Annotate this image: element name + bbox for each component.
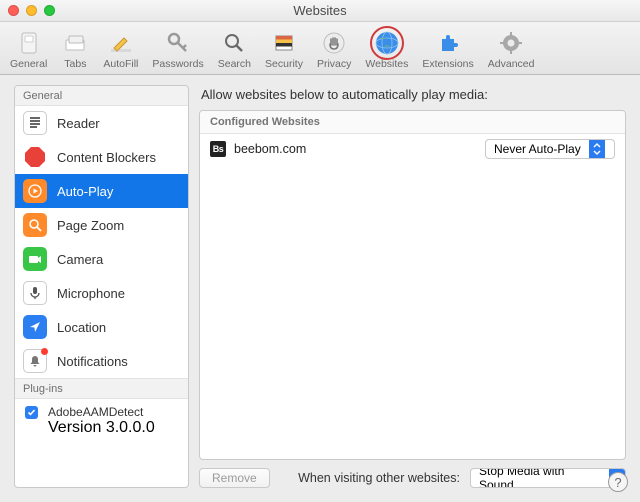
sidebar-item-page-zoom[interactable]: Page Zoom: [15, 208, 188, 242]
globe-icon: [373, 29, 401, 57]
main-heading: Allow websites below to automatically pl…: [199, 85, 626, 110]
mic-icon: [23, 281, 47, 305]
hand-icon: [320, 29, 348, 57]
other-websites-dropdown[interactable]: Stop Media with Sound: [470, 468, 626, 488]
puzzle-icon: [434, 29, 462, 57]
notification-dot-icon: [41, 348, 48, 355]
help-button[interactable]: ?: [608, 472, 628, 492]
sidebar-item-microphone[interactable]: Microphone: [15, 276, 188, 310]
privacy-tab[interactable]: Privacy: [311, 26, 357, 70]
sidebar-item-location[interactable]: Location: [15, 310, 188, 344]
general-tab[interactable]: General: [4, 26, 53, 70]
sidebar-item-content-blockers[interactable]: Content Blockers: [15, 140, 188, 174]
switch-icon: [15, 29, 43, 57]
camera-icon: [23, 247, 47, 271]
titlebar: Websites: [0, 0, 640, 22]
plugin-checkbox[interactable]: [25, 406, 38, 419]
bell-icon: [23, 349, 47, 373]
other-websites-label: When visiting other websites:: [298, 471, 460, 485]
sidebar-item-auto-play[interactable]: Auto-Play: [15, 174, 188, 208]
gear-icon: [497, 29, 525, 57]
plugin-item[interactable]: AdobeAAMDetect Version 3.0.0.0: [15, 399, 188, 445]
tabs-tab[interactable]: Tabs: [55, 26, 95, 70]
sidebar-item-camera[interactable]: Camera: [15, 242, 188, 276]
extensions-tab[interactable]: Extensions: [416, 26, 479, 70]
minimize-window-button[interactable]: [26, 5, 37, 16]
list-header: Configured Websites: [200, 111, 625, 134]
key-icon: [164, 29, 192, 57]
chevron-updown-icon: [589, 140, 605, 158]
remove-button[interactable]: Remove: [199, 468, 270, 488]
location-icon: [23, 315, 47, 339]
autofill-tab[interactable]: AutoFill: [97, 26, 144, 70]
website-row[interactable]: Bs beebom.com Never Auto-Play: [200, 134, 625, 164]
toolbar: General Tabs AutoFill Passwords Search S…: [0, 22, 640, 75]
sidebar-item-notifications[interactable]: Notifications: [15, 344, 188, 378]
close-window-button[interactable]: [8, 5, 19, 16]
reader-icon: [23, 111, 47, 135]
passwords-tab[interactable]: Passwords: [146, 26, 209, 70]
search-tab[interactable]: Search: [212, 26, 257, 70]
zoom-window-button[interactable]: [44, 5, 55, 16]
tabs-icon: [61, 29, 89, 57]
advanced-tab[interactable]: Advanced: [482, 26, 541, 70]
pencil-icon: [107, 29, 135, 57]
website-setting-dropdown[interactable]: Never Auto-Play: [485, 139, 615, 159]
favicon-icon: Bs: [210, 141, 226, 157]
website-name: beebom.com: [234, 142, 477, 156]
websites-tab[interactable]: Websites: [359, 26, 414, 70]
stop-icon: [23, 145, 47, 169]
sidebar-section-general: General: [15, 86, 188, 106]
main-pane: Allow websites below to automatically pl…: [199, 85, 626, 488]
sidebar-section-plugins: Plug-ins: [15, 378, 188, 399]
magnify-icon: [220, 29, 248, 57]
window-title: Websites: [293, 3, 346, 18]
sidebar-item-reader[interactable]: Reader: [15, 106, 188, 140]
warning-icon: [270, 29, 298, 57]
sidebar: General Reader Content Blockers Auto-Pla…: [14, 85, 189, 488]
play-icon: [23, 179, 47, 203]
zoom-icon: [23, 213, 47, 237]
security-tab[interactable]: Security: [259, 26, 309, 70]
configured-websites-list: Configured Websites Bs beebom.com Never …: [199, 110, 626, 460]
